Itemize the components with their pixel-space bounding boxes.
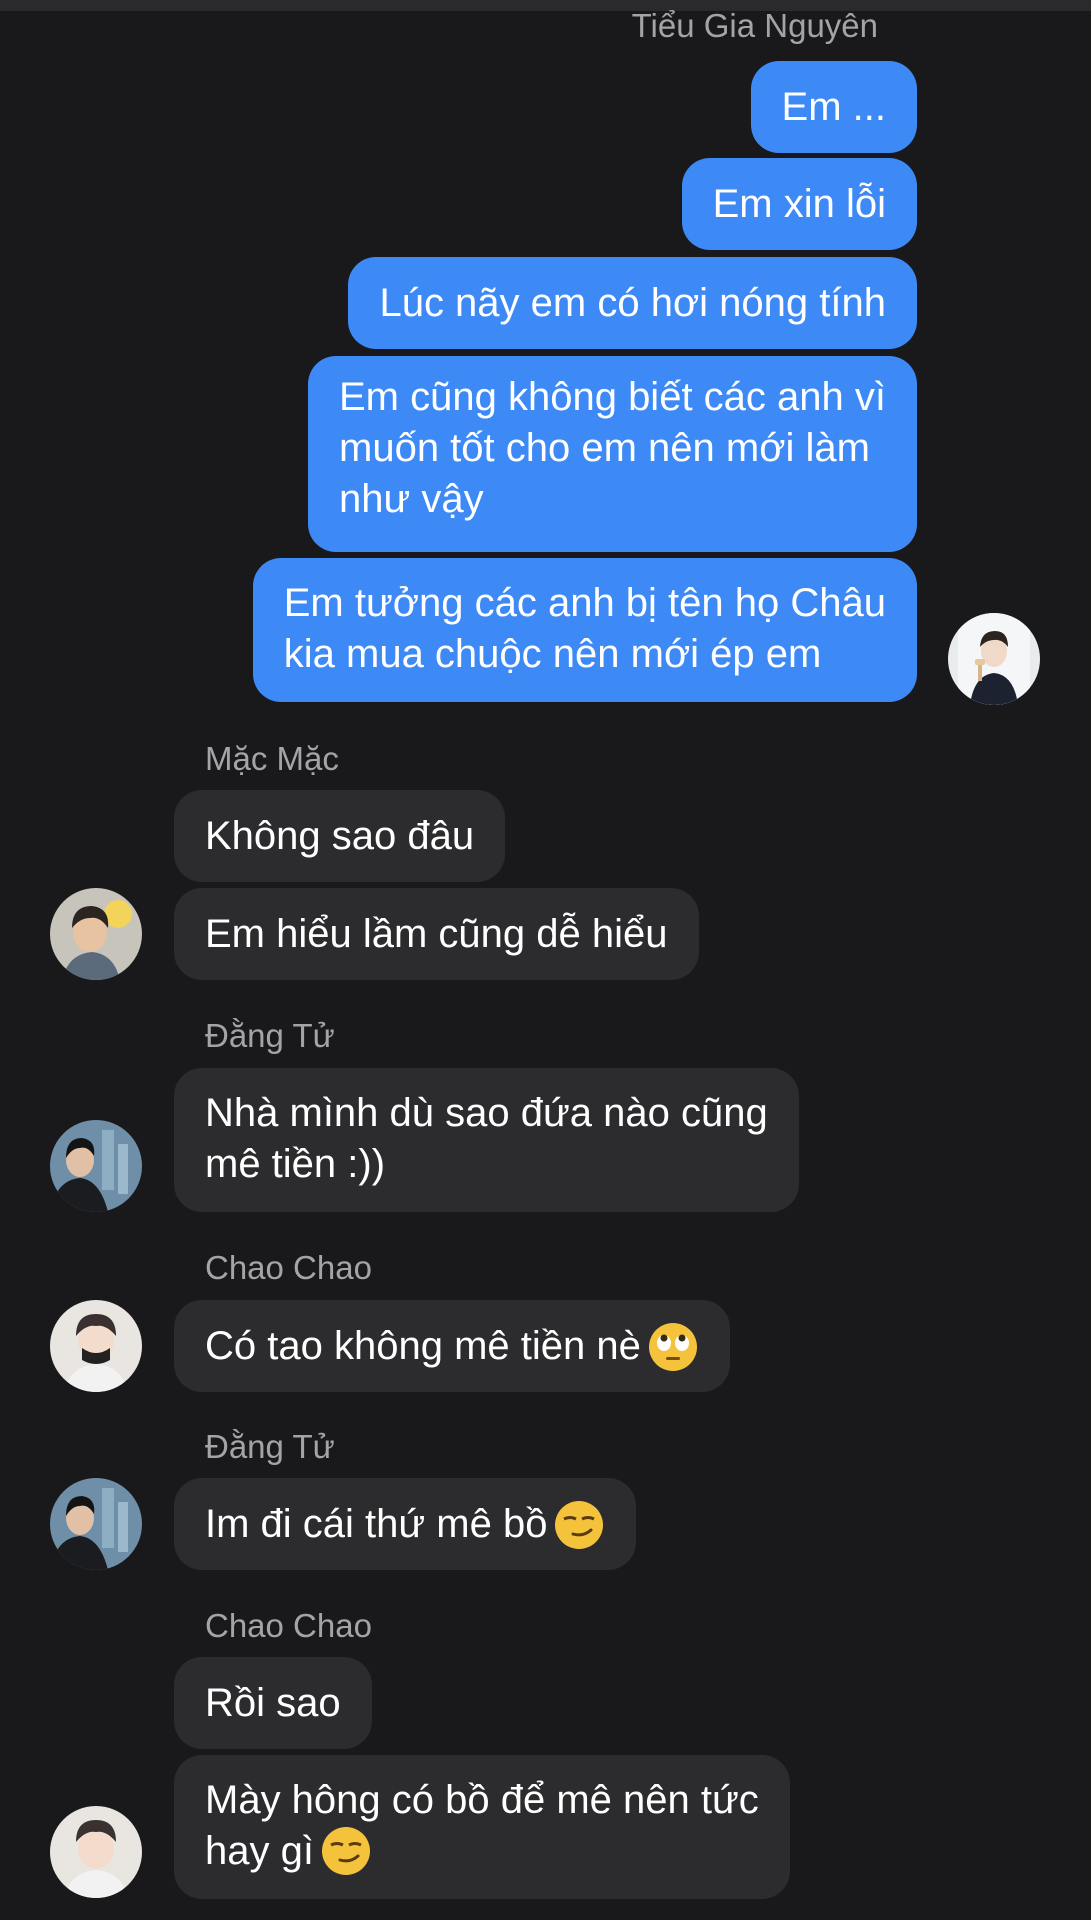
sender-name: Đằng Tử: [205, 1017, 335, 1054]
message-bubble-received[interactable]: Có tao không mê tiền nè: [174, 1300, 730, 1392]
message-bubble-sent[interactable]: Em ...: [750, 61, 917, 153]
sender-name: Mặc Mặc: [205, 740, 339, 777]
message-bubble-sent[interactable]: Lúc nãy em có hơi nóng tính: [348, 257, 917, 349]
message-bubble-received[interactable]: Mày hông có bồ để mê nên tức hay gì: [174, 1755, 790, 1899]
message-text-line-with-emoji: hay gì: [205, 1826, 759, 1879]
avatar[interactable]: [50, 1300, 142, 1392]
message-text-line: muốn tốt cho em nên mới làm: [339, 426, 870, 470]
message-text-line: mê tiền :)): [205, 1142, 386, 1186]
message-text-line: Em cũng không biết các anh vì: [339, 375, 886, 419]
message-text-line: như vậy: [339, 477, 484, 521]
sender-name: Đằng Tử: [205, 1428, 335, 1465]
message-bubble-sent[interactable]: Em cũng không biết các anh vì muốn tốt c…: [308, 356, 917, 552]
message-text: Em ...: [781, 85, 886, 129]
sender-name: Tiểu Gia Nguyên: [631, 7, 878, 44]
message-text-line: Em tưởng các anh bị tên họ Châu: [283, 581, 886, 625]
message-text: Im đi cái thứ mê bồ: [205, 1502, 548, 1546]
smirk-emoji: [553, 1480, 605, 1572]
message-text: Không sao đâu: [205, 814, 475, 858]
avatar[interactable]: [948, 613, 1040, 705]
message-bubble-sent[interactable]: Em tưởng các anh bị tên họ Châu kia mua …: [252, 558, 917, 702]
avatar[interactable]: [50, 1478, 142, 1570]
sender-name: Chao Chao: [205, 1607, 372, 1644]
message-text-line: kia mua chuộc nên mới ép em: [283, 632, 822, 676]
message-bubble-received[interactable]: Nhà mình dù sao đứa nào cũng mê tiền :)): [174, 1068, 799, 1212]
eye-roll-emoji: [647, 1302, 699, 1394]
message-text: Em xin lỗi: [712, 182, 886, 226]
top-bar: [0, 0, 1091, 11]
sender-name: Chao Chao: [205, 1249, 372, 1286]
message-bubble-received[interactable]: Em hiểu lầm cũng dễ hiểu: [174, 888, 699, 980]
message-text: Lúc nãy em có hơi nóng tính: [379, 281, 886, 325]
message-bubble-received[interactable]: Rồi sao: [174, 1657, 372, 1749]
avatar[interactable]: [50, 1120, 142, 1212]
avatar[interactable]: [50, 888, 142, 980]
message-text-line: Nhà mình dù sao đứa nào cũng: [205, 1091, 768, 1135]
message-bubble-received[interactable]: Không sao đâu: [174, 790, 506, 882]
message-text-line: hay gì: [205, 1829, 314, 1873]
message-bubble-received[interactable]: Im đi cái thứ mê bồ: [174, 1478, 637, 1572]
avatar[interactable]: [50, 1806, 142, 1898]
message-text: Em hiểu lầm cũng dễ hiểu: [205, 912, 668, 956]
message-text: Rồi sao: [205, 1681, 341, 1725]
smirk-emoji: [320, 1827, 372, 1879]
message-text-line: Mày hông có bồ để mê nên tức: [205, 1778, 759, 1822]
message-text: Có tao không mê tiền nè: [205, 1324, 641, 1368]
message-bubble-sent[interactable]: Em xin lỗi: [681, 158, 917, 250]
